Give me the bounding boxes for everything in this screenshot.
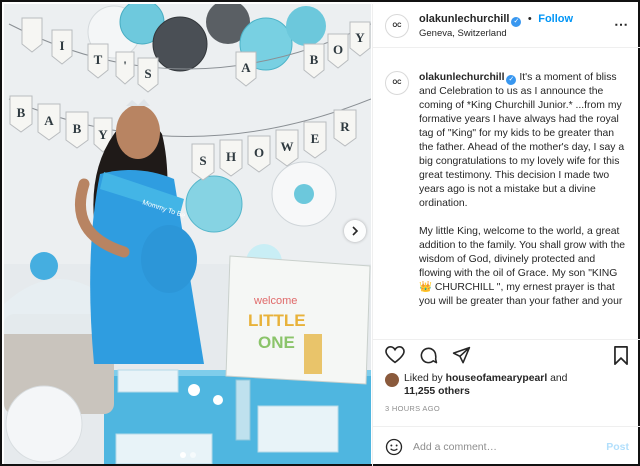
- svg-text:ONE: ONE: [258, 333, 295, 352]
- next-photo-button[interactable]: [344, 220, 366, 242]
- svg-text:S: S: [199, 153, 206, 168]
- svg-text:E: E: [311, 131, 320, 146]
- svg-text:': ': [123, 58, 127, 73]
- svg-text:S: S: [144, 66, 151, 81]
- heart-icon[interactable]: [385, 346, 405, 365]
- carousel-dot: [189, 452, 196, 458]
- carousel-dot: [179, 452, 186, 458]
- post-actions: Liked by houseofamearypearl and 11,255 o…: [373, 339, 640, 435]
- svg-text:welcome: welcome: [253, 295, 297, 307]
- caption-scroll-area[interactable]: OC olakunlechurchill ✓ It's a moment of b…: [373, 49, 640, 339]
- svg-text:LITTLE: LITTLE: [248, 311, 306, 330]
- svg-text:B: B: [310, 52, 319, 67]
- caption-paragraph: olakunlechurchill ✓ It's a moment of blis…: [419, 71, 629, 211]
- follow-button[interactable]: Follow: [538, 13, 573, 25]
- svg-text:W: W: [281, 139, 294, 154]
- comment-icon[interactable]: [419, 346, 438, 365]
- svg-text:Y: Y: [98, 127, 108, 142]
- svg-text:O: O: [333, 42, 343, 57]
- caption-username[interactable]: olakunlechurchill: [419, 72, 504, 83]
- separator-dot: •: [527, 12, 532, 25]
- author-username[interactable]: olakunlechurchill: [419, 13, 509, 25]
- caption-text-1: It's a moment of bliss and Celebration t…: [419, 72, 625, 209]
- post-location[interactable]: Geneva, Switzerland: [419, 27, 573, 41]
- chevron-right-icon: [352, 226, 359, 236]
- post-comment-button[interactable]: Post: [606, 441, 629, 453]
- post-photo[interactable]: I T ' S A B O Y B A B Y S H O W E R Momm…: [4, 4, 371, 464]
- instagram-post-frame: I T ' S A B O Y B A B Y S H O W E R Momm…: [0, 0, 640, 466]
- save-bookmark-icon[interactable]: [613, 346, 629, 365]
- svg-text:H: H: [226, 149, 236, 164]
- baby-shower-photo: I T ' S A B O Y B A B Y S H O W E R Momm…: [4, 4, 371, 464]
- likes-count[interactable]: 11,255 others: [404, 386, 470, 397]
- verified-badge-icon: ✓: [511, 16, 522, 27]
- caption-author-avatar[interactable]: OC: [385, 71, 409, 95]
- post-side-panel: OC olakunlechurchill ✓ • Follow Geneva, S…: [372, 4, 640, 466]
- likes-summary: Liked by houseofamearypearl and 11,255 o…: [385, 372, 634, 398]
- caption-comment: OC olakunlechurchill ✓ It's a moment of b…: [385, 71, 629, 323]
- comment-bar: Post: [373, 426, 640, 466]
- share-icon[interactable]: [452, 346, 471, 365]
- svg-text:A: A: [44, 113, 54, 128]
- liker-avatar[interactable]: [385, 373, 399, 387]
- svg-text:Y: Y: [355, 30, 365, 45]
- carousel-indicator: [4, 452, 371, 458]
- comment-input[interactable]: [413, 440, 583, 453]
- svg-text:R: R: [340, 119, 350, 134]
- svg-text:I: I: [59, 38, 64, 53]
- svg-text:A: A: [241, 60, 251, 75]
- liker-username[interactable]: houseofamearypearl: [446, 373, 548, 384]
- svg-text:O: O: [254, 145, 264, 160]
- post-timestamp[interactable]: 3 HOURS AGO: [385, 404, 440, 413]
- welcome-gift-bag: welcome LITTLE ONE: [225, 255, 371, 385]
- post-header: OC olakunlechurchill ✓ • Follow Geneva, S…: [373, 4, 640, 48]
- svg-text:B: B: [17, 105, 26, 120]
- verified-badge-icon: ✓: [506, 75, 517, 85]
- author-avatar[interactable]: OC: [385, 13, 409, 38]
- emoji-icon[interactable]: [385, 438, 403, 456]
- svg-text:B: B: [73, 121, 82, 136]
- more-options-icon[interactable]: ⋯: [614, 16, 629, 33]
- svg-text:T: T: [94, 52, 103, 67]
- caption-text-2: My little King, welcome to the world, a …: [419, 226, 626, 307]
